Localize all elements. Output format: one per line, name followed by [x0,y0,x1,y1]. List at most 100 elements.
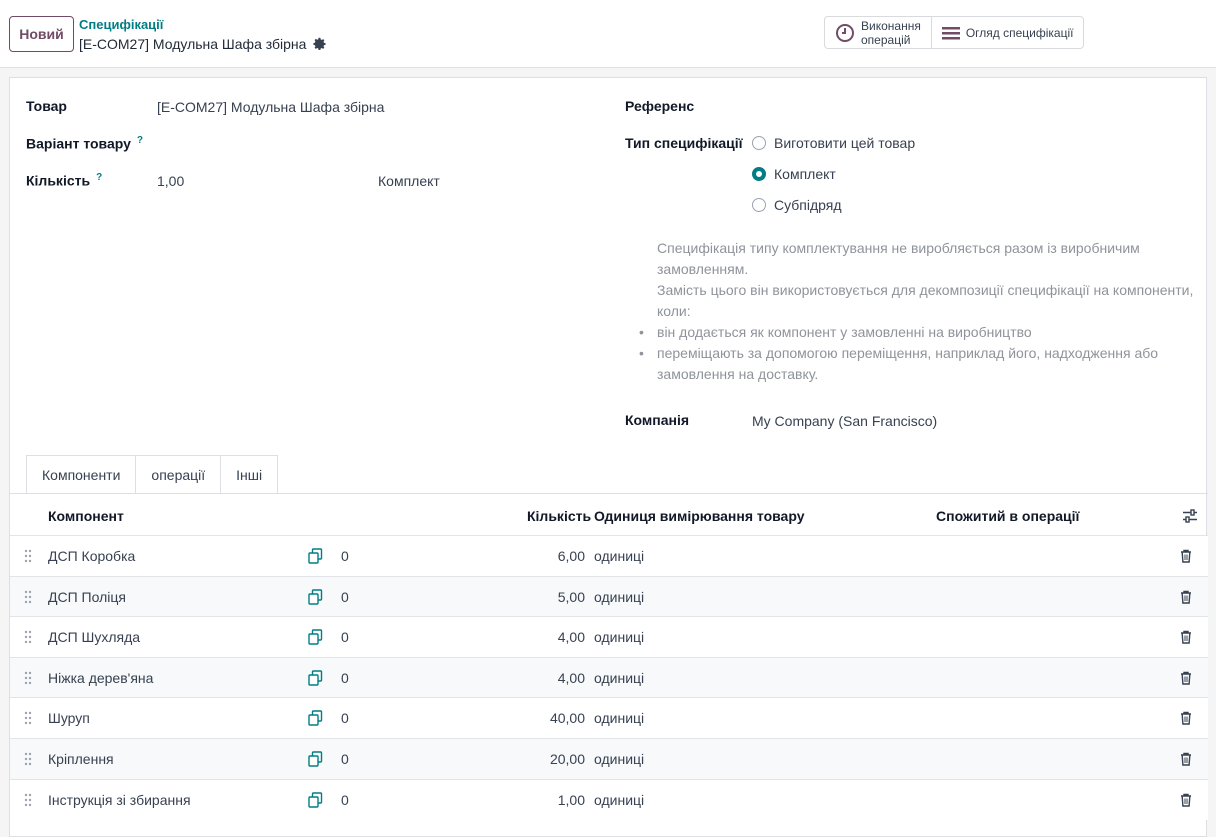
copy-icon[interactable] [308,588,323,608]
reference-label: Референс [625,98,695,114]
variant-label-row: Варіант товару? [26,135,143,152]
kit-help-note: Специфікація типу комплектування не виро… [639,238,1197,385]
component-name[interactable]: ДСП Шухляда [48,629,140,645]
table-row[interactable]: ДСП Шухляда 0 4,00 одиниці [10,616,1208,658]
header-consumed[interactable]: Спожитий в операції [936,508,1080,524]
header-uom[interactable]: Одиниця вимірювання товару [594,508,805,524]
component-quantity[interactable]: 4,00 [558,629,585,645]
component-name[interactable]: Кріплення [48,751,114,767]
bom-overview-label: Огляд специфікації [965,25,1074,40]
component-uom[interactable]: одиниці [594,589,644,605]
variant-help-icon[interactable]: ? [137,135,143,146]
component-name[interactable]: ДСП Коробка [48,548,135,564]
bom-type-kit[interactable]: Комплект [752,166,836,182]
component-count: 0 [341,791,349,808]
note-paragraph: Специфікація типу комплектування не виро… [657,240,1140,277]
clock-icon [836,23,854,42]
note-paragraph: Замість цього він використовується для д… [657,282,1194,319]
trash-icon[interactable] [1180,590,1192,607]
gear-icon[interactable] [313,37,327,51]
bom-type-manufacture[interactable]: Виготовити цей товар [752,135,915,151]
variant-label: Варіант товару [26,135,131,152]
drag-handle-icon[interactable] [24,590,32,607]
copy-icon[interactable] [308,710,323,729]
table-row[interactable]: Шуруп 0 40,00 одиниці [10,697,1208,739]
tab-components[interactable]: Компоненти [26,455,137,494]
smart-buttons: Виконання операцій Огляд специфікації [824,16,1085,49]
component-uom[interactable]: одиниці [594,670,644,686]
drag-handle-icon[interactable] [24,549,32,566]
component-uom[interactable]: одиниці [594,629,644,645]
component-name[interactable]: Ніжка дерев'яна [48,670,153,686]
radio-button[interactable] [752,198,766,212]
trash-icon[interactable] [1180,793,1192,810]
radio-label: Субпідряд [774,197,842,213]
table-header: Компонент Кількість Одиниця вимірювання … [10,495,1208,535]
component-quantity[interactable]: 1,00 [558,792,585,808]
component-quantity[interactable]: 4,00 [558,670,585,686]
quantity-uom-field[interactable]: Комплект [378,173,440,189]
record-title: [E-COM27] Модульна Шафа збірна [79,36,307,52]
company-field[interactable]: My Company (San Francisco) [752,413,937,429]
form-sheet: Товар [E-COM27] Модульна Шафа збірна Вар… [9,77,1208,837]
component-uom[interactable]: одиниці [594,792,644,808]
table-row[interactable]: Ніжка дерев'яна 0 4,00 одиниці [10,656,1208,698]
trash-icon[interactable] [1180,752,1192,769]
component-name[interactable]: Інструкція зі збирання [48,792,191,808]
trash-icon[interactable] [1180,711,1192,728]
copy-icon[interactable] [308,670,323,689]
product-field[interactable]: [E-COM27] Модульна Шафа збірна [157,99,384,115]
radio-label: Виготовити цей товар [774,135,916,151]
component-name[interactable]: ДСП Поліця [48,589,126,605]
notebook-tabs: Компоненти операції Інші [26,455,279,494]
copy-icon[interactable] [308,548,323,567]
table-row[interactable]: ДСП Поліця 0 5,00 одиниці [10,575,1208,617]
quantity-field[interactable]: 1,00 [157,173,184,189]
tab-operations[interactable]: операції [135,455,222,494]
drag-handle-icon[interactable] [24,711,32,728]
trash-icon[interactable] [1180,671,1192,688]
component-quantity[interactable]: 6,00 [558,548,585,564]
control-panel: Новий Специфікації [E-COM27] Модульна Ша… [0,0,1216,68]
company-label: Компанія [625,412,690,428]
component-quantity[interactable]: 40,00 [550,710,585,726]
tab-other[interactable]: Інші [220,455,279,494]
breadcrumb[interactable]: Специфікації [79,17,163,32]
note-bullet: переміщають за допомогою переміщення, на… [639,343,1197,385]
trash-icon[interactable] [1180,549,1192,566]
header-quantity[interactable]: Кількість [527,508,591,524]
operations-performance-button[interactable]: Виконання операцій [825,17,931,48]
drag-handle-icon[interactable] [24,671,32,688]
header-component[interactable]: Компонент [48,508,124,524]
component-uom[interactable]: одиниці [594,548,644,564]
component-quantity[interactable]: 5,00 [558,589,585,605]
drag-handle-icon[interactable] [24,630,32,647]
bom-type-subcontract[interactable]: Субпідряд [752,197,842,213]
component-uom[interactable]: одиниці [594,710,644,726]
note-list: він додається як компонент у замовленні … [639,322,1197,385]
copy-icon[interactable] [308,791,323,811]
copy-icon[interactable] [308,629,323,648]
component-quantity[interactable]: 20,00 [550,751,585,767]
component-name[interactable]: Шуруп [48,710,90,726]
column-settings-icon[interactable] [1182,509,1198,523]
component-count: 0 [341,710,349,727]
component-uom[interactable]: одиниці [594,751,644,767]
radio-button-selected[interactable] [752,167,766,181]
radio-label: Комплект [774,166,836,182]
new-button[interactable]: Новий [9,16,74,52]
table-row[interactable]: ДСП Коробка 0 6,00 одиниці [10,535,1208,576]
table-row[interactable]: Кріплення 0 20,00 одиниці [10,738,1208,779]
drag-handle-icon[interactable] [24,752,32,769]
copy-icon[interactable] [308,751,323,770]
radio-button[interactable] [752,136,766,150]
quantity-help-icon[interactable]: ? [96,172,102,183]
quantity-label-row: Кількість? [26,172,102,189]
note-bullet: він додається як компонент у замовленні … [639,322,1197,343]
table-row[interactable]: Інструкція зі збирання 0 1,00 одиниці [10,778,1208,820]
bom-overview-button[interactable]: Огляд специфікації [930,17,1084,48]
bom-type-label: Тип специфікації [625,135,743,151]
drag-handle-icon[interactable] [24,793,32,810]
trash-icon[interactable] [1180,630,1192,647]
component-count: 0 [341,548,349,564]
